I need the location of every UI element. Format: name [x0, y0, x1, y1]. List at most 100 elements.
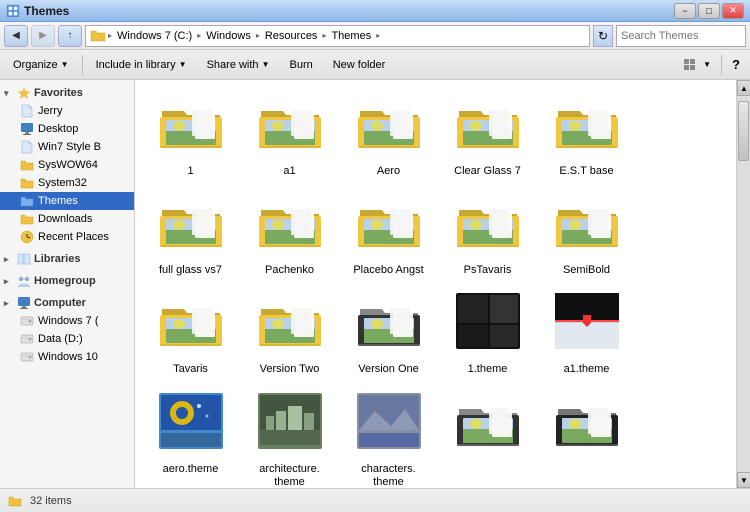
file-label: Aero — [377, 165, 400, 178]
libraries-label: Libraries — [34, 253, 80, 265]
refresh-button[interactable]: ↻ — [593, 25, 613, 47]
file-label: Pachenko — [265, 264, 314, 277]
clock-icon — [20, 230, 34, 244]
file-label: Clear Glass 7 — [454, 165, 521, 178]
file-item[interactable]: Pachenko — [242, 187, 337, 282]
file-label: characters. theme — [346, 463, 431, 488]
sidebar-item-win7drive[interactable]: Windows 7 ( — [0, 312, 134, 330]
file-item[interactable]: E.S.T base — [539, 88, 634, 183]
file-item[interactable]: full glass vs7 — [143, 187, 238, 282]
item-count: 32 items — [30, 495, 72, 507]
file-icon-folder — [157, 192, 225, 260]
organize-button[interactable]: Organize ▼ — [4, 53, 78, 77]
breadcrumb-c[interactable]: Windows 7 (C:) — [114, 29, 195, 43]
favorites-header[interactable]: ▾ Favorites — [0, 84, 134, 102]
toolbar-separator-1 — [82, 55, 83, 75]
file-label: SemiBold — [563, 264, 610, 277]
scroll-up-button[interactable]: ▲ — [737, 80, 750, 96]
file-item[interactable] — [440, 386, 535, 488]
folder5-icon — [20, 212, 34, 226]
sidebar-item-downloads[interactable]: Downloads — [0, 210, 134, 228]
search-input[interactable] — [621, 30, 750, 42]
sidebar-item-jerry[interactable]: Jerry — [0, 102, 134, 120]
file-item[interactable]: aero.theme — [143, 386, 238, 488]
file-item[interactable]: Version One — [341, 286, 436, 381]
file-item[interactable]: Version Two — [242, 286, 337, 381]
sidebar-item-system32[interactable]: System32 — [0, 174, 134, 192]
file-icon-folder_dark — [355, 291, 423, 359]
sidebar-item-win7style[interactable]: Win7 Style B — [0, 138, 134, 156]
libraries-icon — [17, 252, 31, 266]
close-button[interactable]: ✕ — [722, 3, 744, 19]
file-label: aero.theme — [163, 463, 219, 476]
new-folder-button[interactable]: New folder — [324, 53, 395, 77]
forward-button[interactable]: ▶ — [31, 25, 55, 47]
organize-dropdown-arrow: ▼ — [61, 60, 69, 69]
sidebar-item-themes[interactable]: Themes — [0, 192, 134, 210]
burn-button[interactable]: Burn — [280, 53, 321, 77]
address-bar: ◀ ▶ ↑ ▸ Windows 7 (C:) ▸ Windows ▸ Resou… — [0, 22, 750, 50]
file-icon-folder — [256, 291, 324, 359]
view-options-button[interactable]: ▼ — [678, 53, 717, 77]
include-library-button[interactable]: Include in library ▼ — [87, 53, 196, 77]
file-item[interactable]: Placebo Angst — [341, 187, 436, 282]
share-with-button[interactable]: Share with ▼ — [198, 53, 279, 77]
sidebar-item-datadrive[interactable]: Data (D:) — [0, 330, 134, 348]
scroll-track — [737, 96, 750, 472]
file-grid: 1 a1 Aero — [135, 80, 736, 488]
scroll-down-button[interactable]: ▼ — [737, 472, 750, 488]
maximize-button[interactable]: □ — [698, 3, 720, 19]
file-item[interactable]: 1 — [143, 88, 238, 183]
computer-header[interactable]: ▸ Computer — [0, 294, 134, 312]
file-item[interactable]: Clear Glass 7 — [440, 88, 535, 183]
file-label: Placebo Angst — [353, 264, 423, 277]
file-item[interactable]: a1.theme — [539, 286, 634, 381]
breadcrumb: ▸ Windows 7 (C:) ▸ Windows ▸ Resources ▸… — [85, 25, 590, 47]
help-button[interactable]: ? — [726, 53, 746, 77]
window-title: Themes — [24, 4, 674, 18]
file-item[interactable]: Tavaris — [143, 286, 238, 381]
file-label: architecture. theme — [247, 463, 332, 488]
file-area: 1 a1 Aero — [135, 80, 736, 488]
file-icon-folder — [454, 93, 522, 161]
file-icon-theme_split — [553, 291, 621, 359]
file-icon-folder — [553, 93, 621, 161]
up-button[interactable]: ↑ — [58, 25, 82, 47]
file-item[interactable]: characters. theme — [341, 386, 436, 488]
file-item[interactable]: 1.theme — [440, 286, 535, 381]
file-icon-folder — [157, 93, 225, 161]
breadcrumb-resources[interactable]: Resources — [262, 29, 321, 43]
file-icon-folder_dark — [454, 391, 522, 459]
file-label: Version Two — [260, 363, 320, 376]
file-icon-folder — [454, 192, 522, 260]
homegroup-header[interactable]: ▸ Homegroup — [0, 272, 134, 290]
file2-icon — [20, 140, 34, 154]
file-icon-folder — [157, 291, 225, 359]
include-library-arrow: ▼ — [179, 60, 187, 69]
minimize-button[interactable]: − — [674, 3, 696, 19]
file-label: a1.theme — [564, 363, 610, 376]
file-item[interactable]: a1 — [242, 88, 337, 183]
scroll-thumb[interactable] — [738, 101, 749, 161]
file-item[interactable] — [539, 386, 634, 488]
homegroup-label: Homegroup — [34, 275, 96, 287]
file-item[interactable]: Aero — [341, 88, 436, 183]
sidebar-item-recent[interactable]: Recent Places — [0, 228, 134, 246]
toolbar-separator-2 — [721, 55, 722, 75]
homegroup-icon — [17, 274, 31, 288]
file-item[interactable]: architecture. theme — [242, 386, 337, 488]
breadcrumb-windows[interactable]: Windows — [203, 29, 254, 43]
file-icon-folder — [355, 93, 423, 161]
libraries-header[interactable]: ▸ Libraries — [0, 250, 134, 268]
sidebar-item-win10drive[interactable]: Windows 10 — [0, 348, 134, 366]
breadcrumb-themes[interactable]: Themes — [328, 29, 374, 43]
sidebar-item-syswow64[interactable]: SysWOW64 — [0, 156, 134, 174]
main-area: ▾ Favorites Jerry Desktop — [0, 80, 750, 488]
favorites-expand-icon: ▾ — [4, 88, 14, 98]
file-item[interactable]: SemiBold — [539, 187, 634, 282]
sidebar-item-desktop[interactable]: Desktop — [0, 120, 134, 138]
back-button[interactable]: ◀ — [4, 25, 28, 47]
sidebar: ▾ Favorites Jerry Desktop — [0, 80, 135, 488]
file-item[interactable]: PsTavaris — [440, 187, 535, 282]
status-folder-icon — [8, 494, 22, 508]
